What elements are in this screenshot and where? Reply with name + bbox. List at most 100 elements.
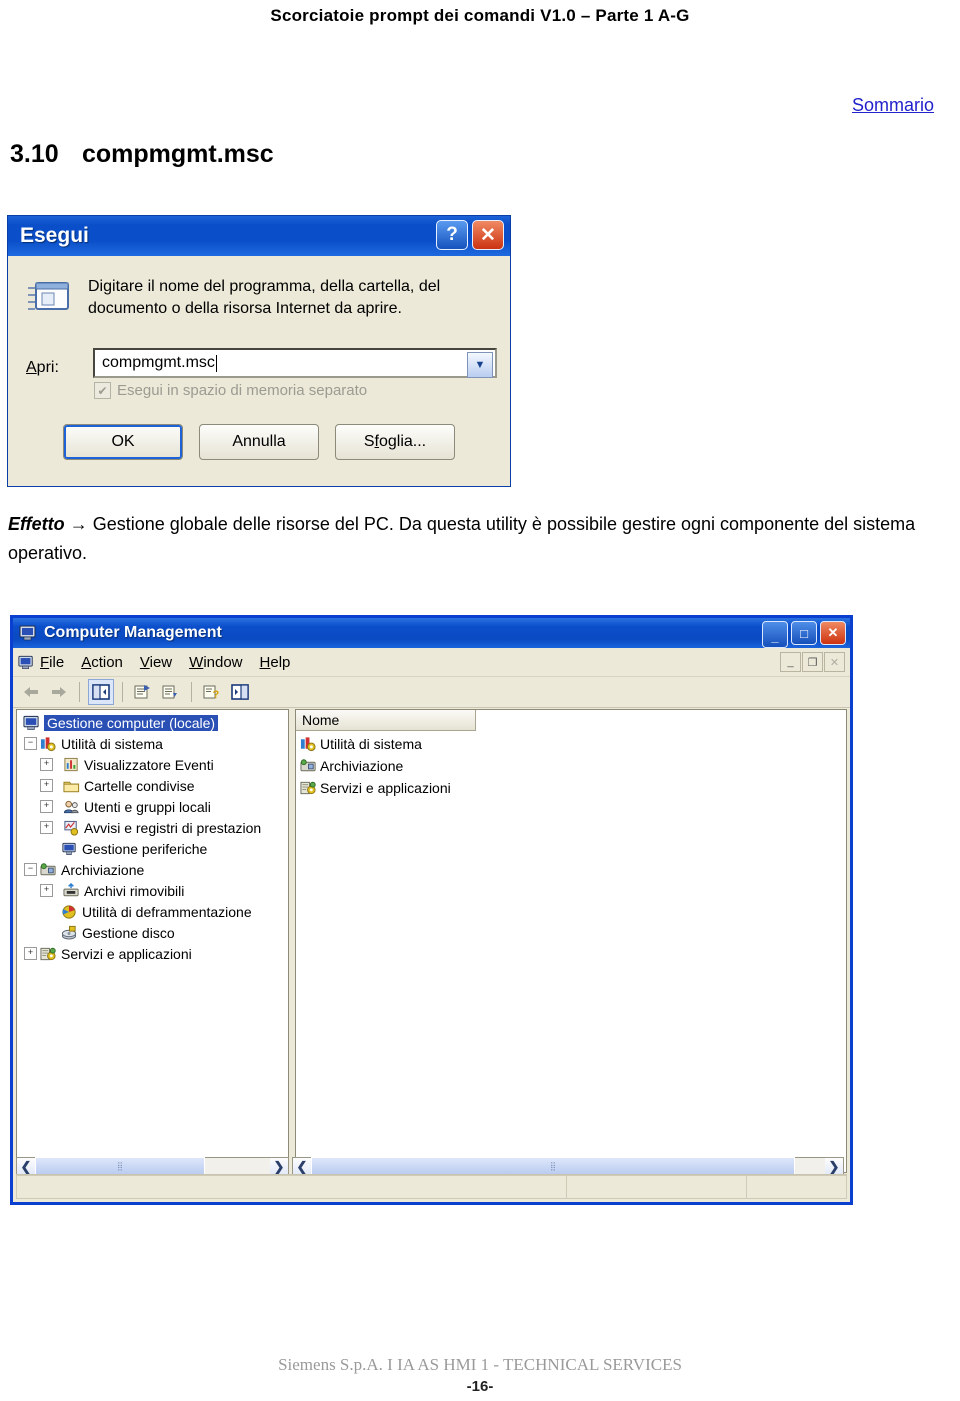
local-users-icon [63, 800, 79, 813]
effect-text: Gestione globale delle risorse del PC. D… [8, 514, 916, 563]
browse-button[interactable]: Sf oglia... [335, 424, 455, 460]
list-item[interactable]: Archiviazione [296, 755, 846, 777]
forward-icon[interactable] [47, 680, 71, 704]
computer-management-window: Computer Management _ □ ✕ File Action Vi… [10, 615, 853, 1205]
cm-titlebar: Computer Management _ □ ✕ [13, 618, 850, 648]
page-number: -16- [466, 1378, 494, 1395]
arrow-right-icon: → [69, 514, 88, 534]
tree-item-label: Utilità di sistema [61, 735, 163, 752]
run-dialog-title: Esegui [20, 224, 89, 247]
list-item[interactable]: Servizi e applicazioni [296, 777, 846, 799]
mdi-restore-icon[interactable]: ❐ [802, 652, 823, 672]
result-list-pane: Nome Utilità di sistema Archiviazione Se… [295, 709, 847, 1173]
list-item[interactable]: Utilità di sistema [296, 733, 846, 755]
menu-window[interactable]: Window [189, 654, 242, 671]
performance-logs-icon [64, 820, 79, 836]
chevron-down-icon[interactable]: ▼ [467, 352, 493, 378]
list-item-label: Servizi e applicazioni [320, 780, 451, 796]
cancel-button[interactable]: Annulla [199, 424, 319, 460]
properties-icon[interactable] [131, 680, 155, 704]
run-dialog: Esegui ? ✕ Digitare il nome del programm… [7, 215, 511, 487]
export-list-icon[interactable] [159, 680, 183, 704]
ok-button[interactable]: OK [63, 424, 183, 460]
status-panel-3 [747, 1175, 847, 1199]
console-tree: Gestione computer (locale) − Utilità di … [17, 710, 288, 964]
close-icon[interactable]: ✕ [472, 220, 504, 250]
open-input-value: compmgmt.msc [102, 354, 215, 371]
tree-item-device-manager[interactable]: Gestione periferiche [20, 838, 288, 859]
expand-toggle-icon[interactable]: + [40, 800, 53, 813]
section-number: 3.10 [10, 140, 59, 168]
tree-item-disk-management[interactable]: Gestione disco [20, 922, 288, 943]
status-panel-1 [16, 1175, 567, 1199]
event-viewer-icon [64, 757, 78, 771]
computer-icon [23, 715, 39, 730]
effect-label: Effetto [8, 514, 65, 534]
system-tools-icon [40, 736, 56, 751]
tree-item-label: Utenti e gruppi locali [84, 798, 211, 815]
help-icon[interactable]: ? [436, 220, 468, 250]
menu-file[interactable]: File [40, 654, 64, 671]
mdi-minimize-icon[interactable]: _ [780, 652, 801, 672]
separate-memory-label: Esegui in spazio di memoria separato [117, 382, 368, 399]
expand-toggle-icon[interactable]: + [40, 884, 53, 897]
text-caret [215, 354, 217, 372]
tree-item-services-applications[interactable]: + Servizi e applicazioni [20, 943, 288, 964]
console-tree-pane: Gestione computer (locale) − Utilità di … [16, 709, 289, 1173]
cm-menubar: File Action View Window Help _ ❐ ✕ [13, 648, 850, 677]
services-apps-icon [300, 781, 316, 795]
expand-toggle-icon[interactable]: + [40, 758, 53, 771]
tree-item-label: Archiviazione [61, 861, 145, 878]
open-field-label: Apri: [26, 359, 59, 376]
tree-item-event-viewer[interactable]: + Visualizzatore Eventi [20, 754, 288, 775]
tree-item-removable-storage[interactable]: + Archivi rimovibili [20, 880, 288, 901]
tree-item-local-users[interactable]: + Utenti e gruppi locali [20, 796, 288, 817]
toc-link[interactable]: Sommario [852, 95, 934, 116]
console-root-icon [18, 655, 33, 669]
maximize-icon[interactable]: □ [791, 621, 817, 645]
status-panel-2 [567, 1175, 747, 1199]
tree-item-defragmenter[interactable]: Utilità di deframmentazione [20, 901, 288, 922]
tree-item-system-tools[interactable]: − Utilità di sistema [20, 733, 288, 754]
tree-item-label: Cartelle condivise [84, 777, 195, 794]
tree-item-label: Servizi e applicazioni [61, 945, 192, 962]
back-icon[interactable] [19, 680, 43, 704]
computer-icon [19, 625, 36, 641]
menu-help[interactable]: Help [260, 654, 291, 671]
cm-window-buttons: _ □ ✕ [762, 621, 846, 648]
open-combobox[interactable]: compmgmt.msc ▼ [93, 348, 497, 378]
menu-view[interactable]: View [140, 654, 172, 671]
tree-item-label: Avvisi e registri di prestazion [84, 819, 262, 836]
show-console-tree-icon[interactable] [228, 680, 252, 704]
tree-item-performance-logs[interactable]: + Avvisi e registri di prestazion [20, 817, 288, 838]
mdi-close-icon[interactable]: ✕ [824, 652, 845, 672]
section-title-text: compmgmt.msc [82, 140, 274, 168]
show-hide-tree-icon[interactable] [88, 679, 114, 705]
toolbar-separator [191, 682, 192, 702]
tree-item-root[interactable]: Gestione computer (locale) [20, 712, 288, 733]
defragmenter-icon [62, 904, 76, 919]
run-dialog-buttons: OK Annulla Sf oglia... [8, 424, 510, 460]
collapse-toggle-icon[interactable]: − [24, 863, 37, 876]
expand-toggle-icon[interactable]: + [40, 779, 53, 792]
expand-toggle-icon[interactable]: + [40, 821, 53, 834]
help-icon[interactable]: ? [200, 680, 224, 704]
system-tools-icon [300, 737, 316, 752]
list-item-label: Utilità di sistema [320, 736, 422, 752]
collapse-toggle-icon[interactable]: − [24, 737, 37, 750]
page-title: 3.10 compmgmt.msc [10, 140, 274, 169]
minimize-icon[interactable]: _ [762, 621, 788, 648]
column-header-nome[interactable]: Nome [296, 710, 476, 731]
checkbox-checked-icon[interactable]: ✔ [94, 382, 111, 399]
tree-item-shared-folders[interactable]: + Cartelle condivise [20, 775, 288, 796]
separate-memory-checkbox-row[interactable]: ✔ Esegui in spazio di memoria separato [94, 382, 367, 399]
storage-icon [40, 862, 56, 875]
run-dialog-body: Digitare il nome del programma, della ca… [8, 256, 510, 488]
expand-toggle-icon[interactable]: + [24, 947, 37, 960]
menu-action[interactable]: Action [81, 654, 123, 671]
mdi-child-buttons: _ ❐ ✕ [780, 652, 845, 672]
tree-item-storage[interactable]: − Archiviazione [20, 859, 288, 880]
close-icon[interactable]: ✕ [820, 621, 846, 645]
